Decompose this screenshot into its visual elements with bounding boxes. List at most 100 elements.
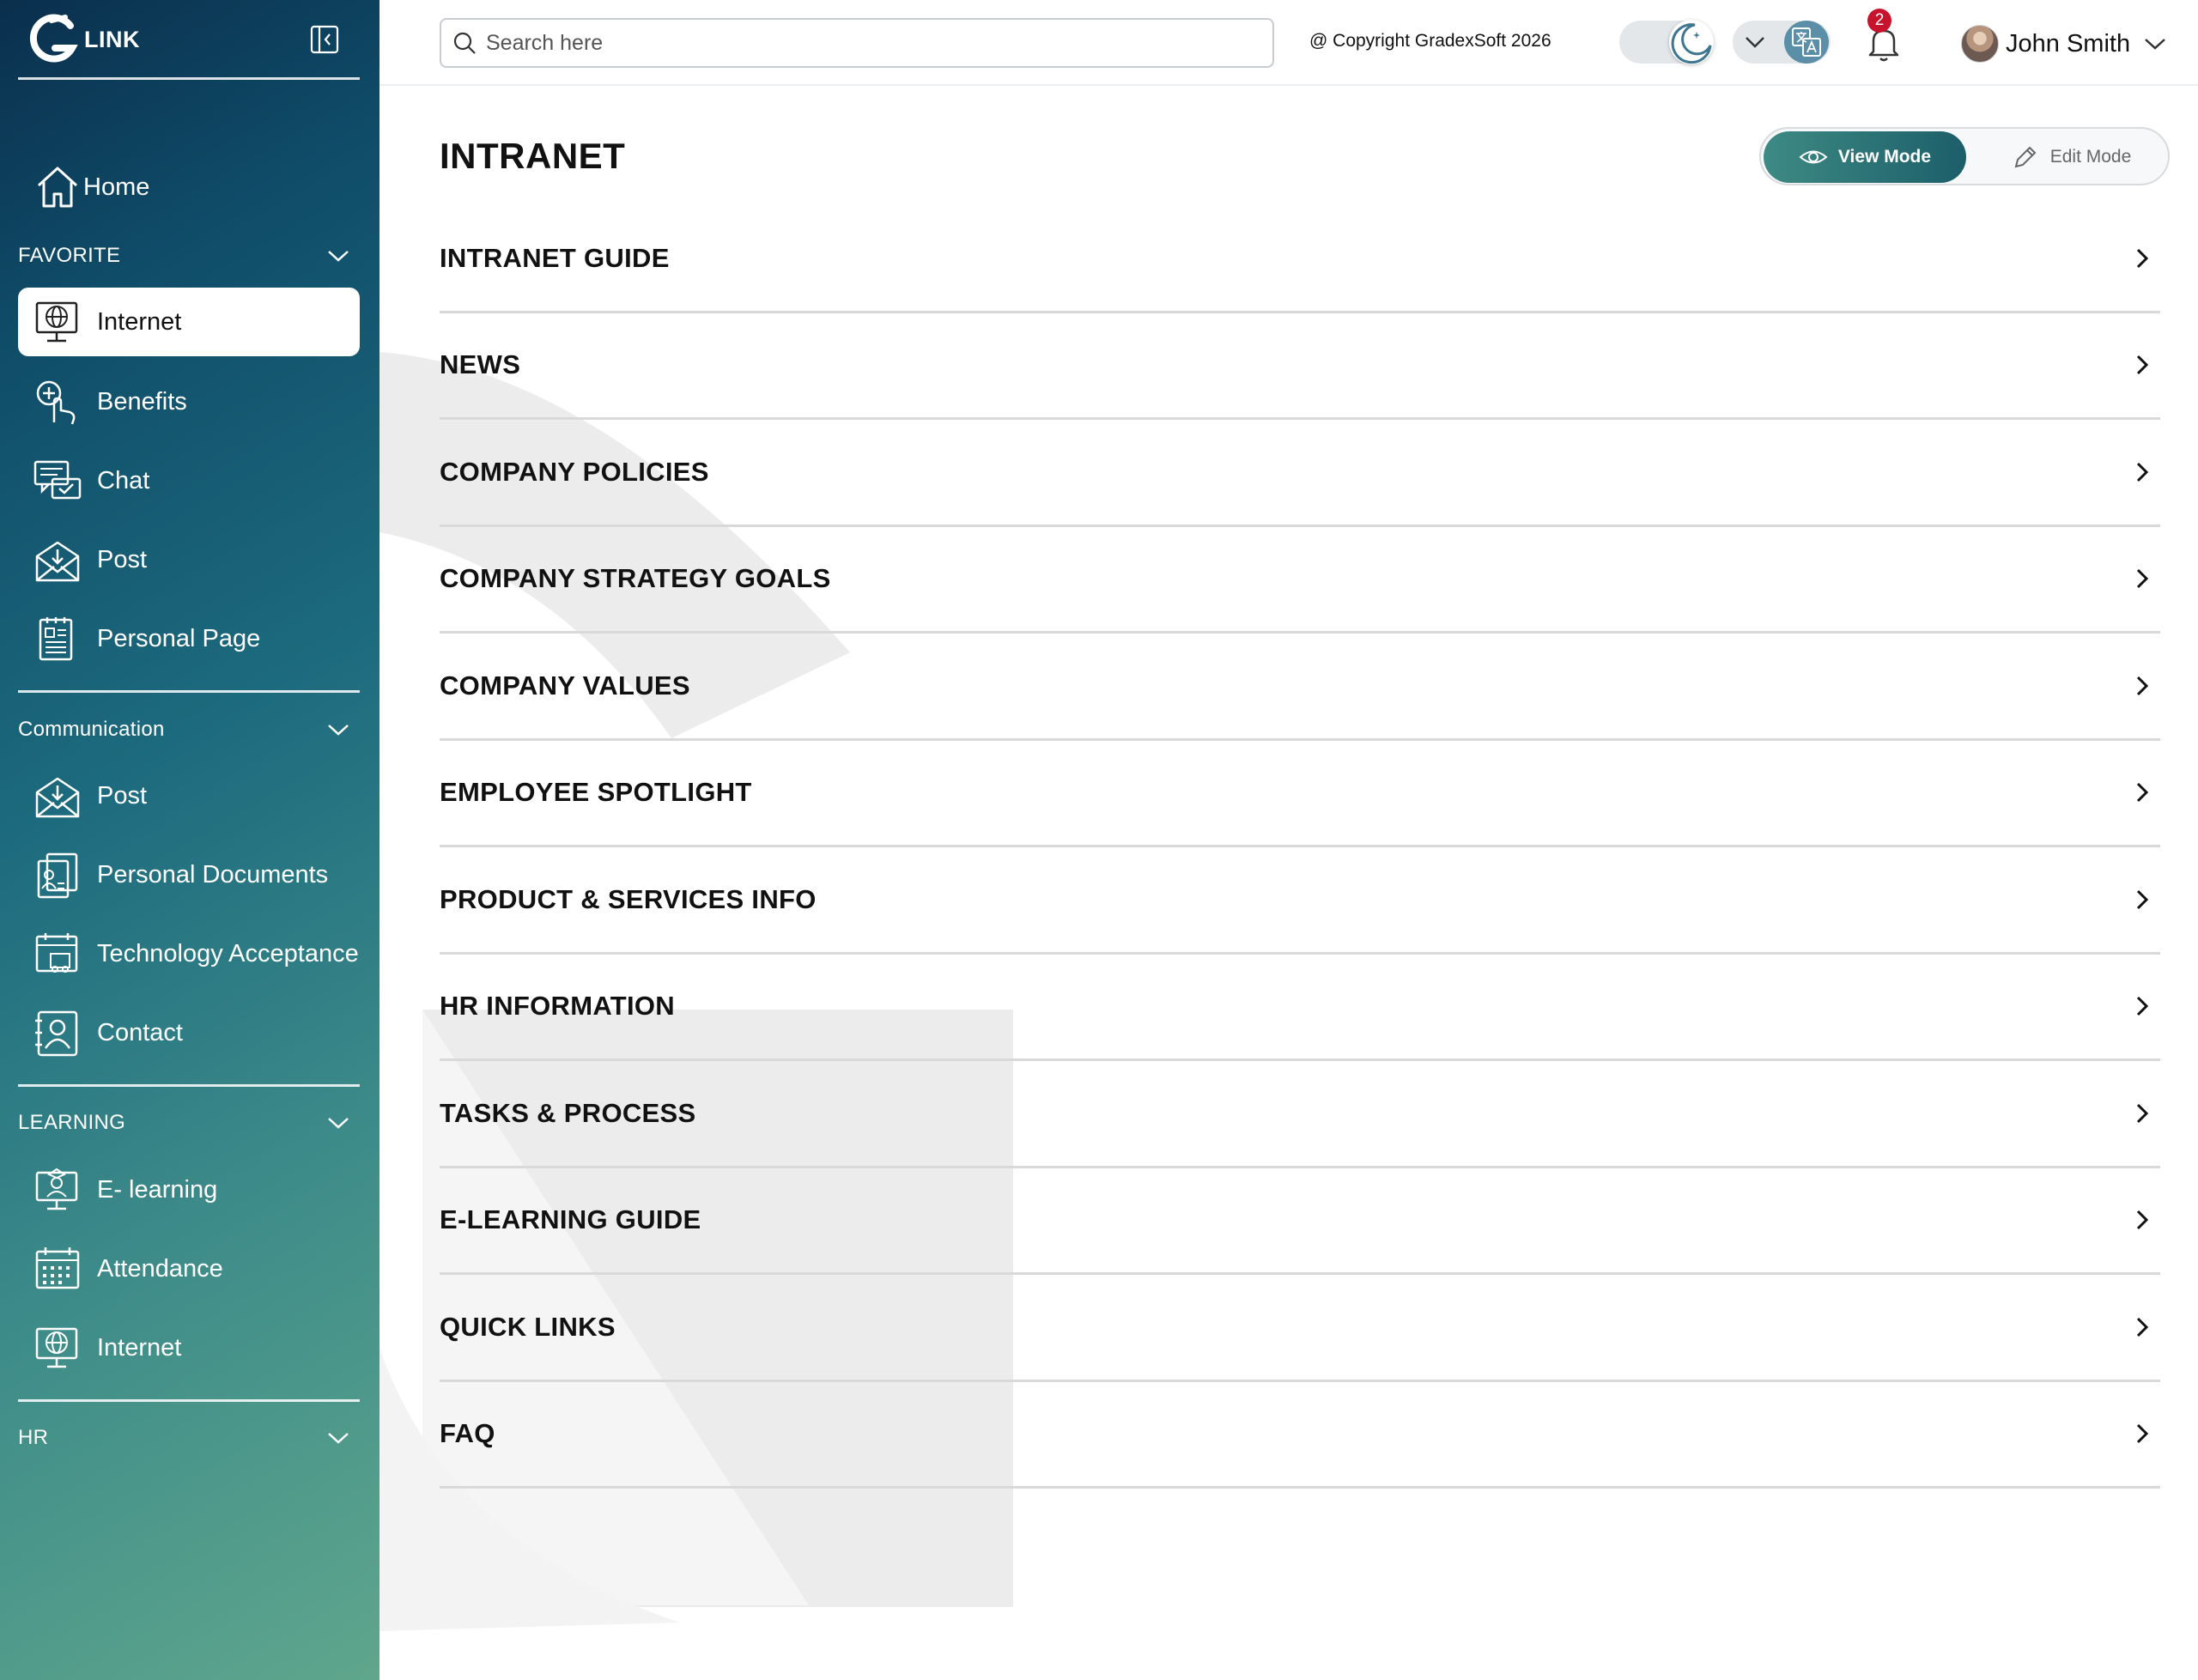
section-row[interactable]: COMPANY VALUES <box>440 634 2160 741</box>
sidebar-divider <box>18 690 360 693</box>
section-row[interactable]: INTRANET GUIDE <box>440 206 2160 313</box>
chevron-right-icon <box>2136 569 2149 589</box>
section-row[interactable]: HR INFORMATION <box>440 955 2160 1061</box>
edit-mode-label: Edit Mode <box>2049 147 2132 167</box>
sidebar-item-label: Technology Acceptance <box>97 939 359 967</box>
sidebar-item-label: Post <box>97 781 148 810</box>
view-mode-label: View Mode <box>1837 147 1932 167</box>
language-button[interactable] <box>1784 21 1829 64</box>
section-learning[interactable]: LEARNING <box>18 1106 360 1140</box>
globe-monitor-icon <box>35 1327 78 1368</box>
sidebar-item-home[interactable]: Home <box>18 153 360 221</box>
chevron-right-icon <box>2136 1317 2149 1337</box>
section-title: Communication <box>18 718 165 741</box>
edit-mode-button[interactable]: Edit Mode <box>1976 131 2166 183</box>
brand-logo[interactable]: LINK <box>26 14 140 65</box>
sidebar-item-post-communication[interactable]: Post <box>18 761 360 830</box>
sidebar-collapse-icon <box>310 25 339 54</box>
section-row-label: INTRANET GUIDE <box>440 242 670 273</box>
sidebar-item-label: Personal Page <box>97 624 261 652</box>
sidebar-divider <box>18 1399 360 1402</box>
view-mode-button[interactable]: View Mode <box>1764 131 1966 183</box>
language-selector[interactable] <box>1733 21 1831 64</box>
translate-icon <box>1792 27 1821 57</box>
hand-click-icon <box>36 380 76 425</box>
chevron-right-icon <box>2136 783 2149 803</box>
mail-inbox-icon <box>35 541 80 582</box>
section-row[interactable]: FAQ <box>440 1382 2160 1489</box>
chat-icon <box>33 460 82 500</box>
section-row-label: PRODUCT & SERVICES INFO <box>440 883 817 914</box>
chevron-right-icon <box>2136 1210 2149 1230</box>
section-row[interactable]: PRODUCT & SERVICES INFO <box>440 847 2160 955</box>
g-logo-icon <box>29 14 78 63</box>
main-content: INTRANET View Mode Edit Mode INTRANET GU… <box>379 86 2198 1680</box>
section-hr[interactable]: HR <box>18 1421 360 1455</box>
chevron-down-icon <box>328 251 349 262</box>
section-row[interactable]: TASKS & PROCESS <box>440 1061 2160 1168</box>
avatar <box>1961 25 1999 63</box>
id-document-icon <box>37 852 78 899</box>
mode-switch: View Mode Edit Mode <box>1759 127 2170 185</box>
section-row[interactable]: E-LEARNING GUIDE <box>440 1168 2160 1275</box>
search-icon <box>453 32 476 54</box>
sidebar-item-label: Contact <box>97 1018 183 1046</box>
sidebar-item-label: Attendance <box>97 1254 223 1283</box>
sidebar-item-internet-learning[interactable]: Internet <box>18 1313 360 1382</box>
chevron-down-icon <box>328 1118 349 1129</box>
calendar-icon <box>35 1247 80 1289</box>
chevron-right-icon <box>2136 1103 2149 1123</box>
sidebar-item-label: Post <box>97 545 148 573</box>
section-row-label: TASKS & PROCESS <box>440 1097 696 1128</box>
section-row[interactable]: QUICK LINKS <box>440 1275 2160 1382</box>
sidebar-item-label: E- learning <box>97 1175 218 1204</box>
section-row[interactable]: COMPANY POLICIES <box>440 420 2160 527</box>
search-input[interactable] <box>486 30 1242 56</box>
sidebar-item-label: Personal Documents <box>97 860 329 889</box>
section-title: FAVORITE <box>18 244 121 267</box>
chevron-right-icon <box>2136 1424 2149 1444</box>
sidebar-item-label: Home <box>83 173 150 201</box>
sidebar-item-post[interactable]: Post <box>18 525 360 594</box>
eye-icon <box>1799 150 1828 164</box>
sidebar-item-benefits[interactable]: Benefits <box>18 367 360 436</box>
sidebar-item-internet[interactable]: Internet <box>18 288 360 356</box>
dark-mode-toggle[interactable] <box>1619 20 1714 64</box>
user-name: John Smith <box>2006 29 2131 58</box>
sidebar: LINK Home FAVORITE Internet Benefits Cha… <box>0 0 379 1680</box>
home-icon <box>37 167 78 208</box>
sidebar-item-label: Chat <box>97 466 150 494</box>
sidebar-item-personal-page[interactable]: Personal Page <box>18 604 360 673</box>
section-communication[interactable]: Communication <box>18 713 360 747</box>
sidebar-item-chat[interactable]: Chat <box>18 446 360 515</box>
sidebar-item-attendance[interactable]: Attendance <box>18 1234 360 1303</box>
sidebar-item-e-learning[interactable]: E- learning <box>18 1155 360 1224</box>
section-row-label: HR INFORMATION <box>440 991 675 1022</box>
contact-icon <box>35 1010 78 1057</box>
section-row[interactable]: NEWS <box>440 313 2160 420</box>
intranet-section-list: INTRANET GUIDE NEWS COMPANY POLICIES COMPAN… <box>440 206 2160 1489</box>
copyright-text: @ Copyright GradexSoft 2026 <box>1309 31 1551 51</box>
calendar-truck-icon <box>35 933 78 973</box>
chevron-down-icon <box>2145 39 2165 50</box>
section-row-label: FAQ <box>440 1418 495 1449</box>
section-row-label: QUICK LINKS <box>440 1311 616 1342</box>
user-menu[interactable]: John Smith <box>1961 22 2168 65</box>
sidebar-item-label: Internet <box>97 1333 182 1362</box>
mail-inbox-icon <box>35 777 80 818</box>
section-row[interactable]: EMPLOYEE SPOTLIGHT <box>440 741 2160 847</box>
globe-monitor-icon <box>35 301 78 343</box>
sidebar-item-contact[interactable]: Contact <box>18 998 360 1067</box>
section-row[interactable]: COMPANY STRATEGY GOALS <box>440 527 2160 634</box>
sidebar-divider <box>18 77 360 80</box>
search-box[interactable] <box>440 18 1274 68</box>
collapse-sidebar-button[interactable] <box>309 24 340 55</box>
chevron-right-icon <box>2136 248 2149 268</box>
sidebar-divider <box>18 1084 360 1087</box>
sidebar-item-personal-documents[interactable]: Personal Documents <box>18 840 360 909</box>
section-row-label: COMPANY POLICIES <box>440 456 709 487</box>
toggle-knob <box>1669 20 1714 64</box>
sidebar-item-technology-acceptance[interactable]: Technology Acceptance <box>18 919 360 988</box>
section-favorite[interactable]: FAVORITE <box>18 239 360 273</box>
section-title: HR <box>18 1426 49 1449</box>
